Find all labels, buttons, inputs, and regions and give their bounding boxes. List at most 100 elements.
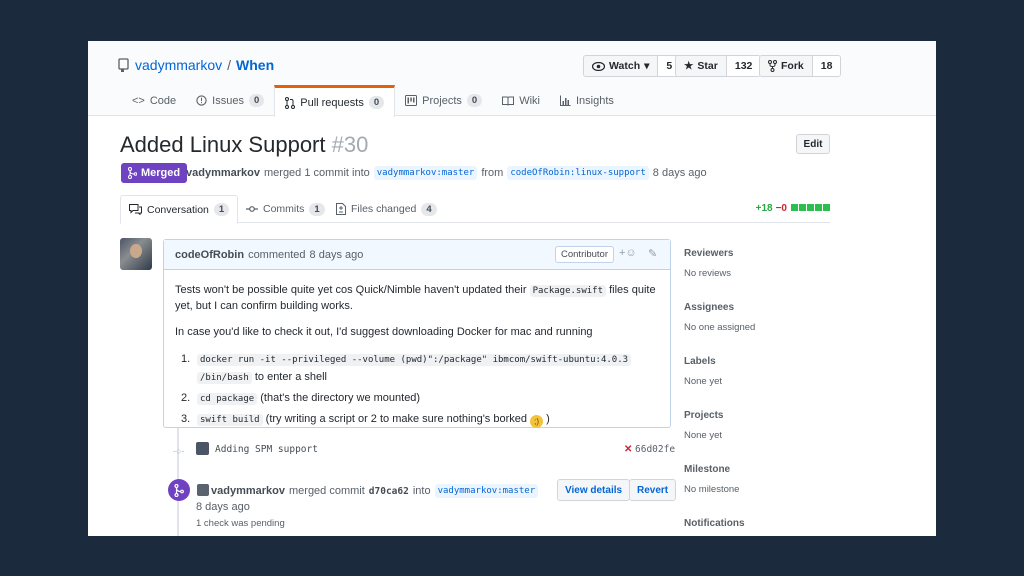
tab-issues[interactable]: Issues 0 xyxy=(186,85,274,116)
sidebar-value: No reviews xyxy=(684,268,731,279)
tab-label: Insights xyxy=(575,94,614,107)
issue-icon xyxy=(196,95,207,106)
wink-emoji-icon: ;) xyxy=(530,415,544,428)
avatar[interactable] xyxy=(197,484,209,496)
tab-label: Wiki xyxy=(519,94,540,107)
edit-comment-icon[interactable]: ✎ xyxy=(648,247,657,260)
repo-name-link[interactable]: When xyxy=(236,57,274,73)
fork-count[interactable]: 18 xyxy=(812,56,841,76)
edit-button[interactable]: Edit xyxy=(796,134,830,154)
sidebar-labels[interactable]: Labels None yet xyxy=(684,356,830,387)
repo-separator: / xyxy=(227,57,232,73)
merge-target-branch[interactable]: vadymmarkov:master xyxy=(434,484,539,498)
tab-code[interactable]: <> Code xyxy=(122,85,186,116)
sidebar-title: Reviewers xyxy=(684,248,734,259)
project-icon xyxy=(405,95,418,106)
tab-wiki[interactable]: Wiki xyxy=(492,85,550,116)
checks-status: 1 check was pending xyxy=(196,518,285,529)
add-reaction-icon[interactable]: +☺ xyxy=(619,247,637,259)
sidebar-milestone[interactable]: Milestone No milestone xyxy=(684,464,830,495)
list-text: (that's the directory we mounted) xyxy=(260,392,421,404)
comment-icon xyxy=(129,204,142,215)
star-count[interactable]: 132 xyxy=(726,56,761,76)
comment-author-link[interactable]: codeOfRobin xyxy=(175,249,244,261)
repo-header: vadymmarkov / When Watch ▾ 5 ★ Star 132 … xyxy=(88,41,936,117)
commit-node-icon: -○- xyxy=(173,446,185,456)
list-number: 3. xyxy=(181,413,191,425)
star-button[interactable]: ★ Star xyxy=(676,56,727,76)
revert-button[interactable]: Revert xyxy=(629,479,677,501)
fork-button-group: Fork 18 xyxy=(759,55,842,77)
tab-files-changed[interactable]: Files changed 4 xyxy=(328,195,445,223)
pr-merged-text: merged 1 commit into xyxy=(264,167,370,179)
merge-event-text: vadymmarkov merged commit d70ca62 into v… xyxy=(211,484,539,498)
star-label: Star xyxy=(697,60,718,72)
tab-commits[interactable]: Commits 1 xyxy=(238,195,333,223)
tab-label: Files changed xyxy=(351,203,417,215)
sidebar-title: Labels xyxy=(684,356,716,367)
star-button-group: ★ Star 132 xyxy=(675,55,762,77)
merge-event-icon xyxy=(168,479,190,501)
tab-label: Conversation xyxy=(147,203,209,216)
file-diff-icon xyxy=(336,203,346,215)
inline-code: swift build xyxy=(197,414,263,426)
watch-button-group: Watch ▾ 5 xyxy=(583,55,682,77)
sidebar-title: Milestone xyxy=(684,464,731,475)
merge-action: merged commit xyxy=(289,485,365,497)
fork-label: Fork xyxy=(781,60,804,72)
base-branch[interactable]: vadymmarkov:master xyxy=(373,166,478,180)
sidebar-projects[interactable]: Projects None yet xyxy=(684,410,830,441)
comment-paragraph: Tests won't be possible quite yet cos Qu… xyxy=(175,283,660,314)
star-icon: ★ xyxy=(684,60,694,72)
tab-label: Code xyxy=(149,94,177,107)
files-changed-counter: 4 xyxy=(421,202,437,216)
list-number: 2. xyxy=(181,392,191,404)
tab-label: Commits xyxy=(263,203,305,215)
sidebar-value: None yet xyxy=(684,430,723,441)
tab-label: Pull requests xyxy=(300,96,364,109)
pr-time[interactable]: 8 days ago xyxy=(653,167,707,179)
comment-action: commented xyxy=(248,248,306,261)
sidebar-value: None yet xyxy=(684,376,723,387)
list-text: (try writing a script or 2 to make sure … xyxy=(265,413,527,425)
sidebar-title: Notifications xyxy=(684,518,745,529)
pr-author-link[interactable]: vadymmarkov xyxy=(186,167,260,179)
view-details-button[interactable]: View details xyxy=(557,479,631,501)
commit-sha-link[interactable]: 66d02fe xyxy=(635,444,675,455)
sidebar-assignees[interactable]: Assignees No one assigned xyxy=(684,302,830,333)
pr-tabs: Conversation 1 Commits 1 Files changed 4… xyxy=(120,195,830,224)
merged-label: Merged xyxy=(141,167,181,179)
comment-time[interactable]: 8 days ago xyxy=(310,249,364,261)
inline-code: cd package xyxy=(197,393,258,405)
merge-time[interactable]: 8 days ago xyxy=(196,501,250,513)
chevron-down-icon: ▾ xyxy=(644,60,650,72)
commits-counter: 1 xyxy=(309,202,325,216)
failed-status-icon[interactable]: ✕ xyxy=(624,444,632,455)
sidebar-reviewers[interactable]: Reviewers No reviews xyxy=(684,248,830,279)
diffstat[interactable]: +18 −0 xyxy=(756,203,830,214)
avatar[interactable] xyxy=(196,442,209,455)
watch-button[interactable]: Watch ▾ xyxy=(584,56,659,76)
merge-into: into xyxy=(412,485,431,497)
sidebar-notifications[interactable]: Notifications xyxy=(684,518,830,529)
repo-owner-link[interactable]: vadymmarkov xyxy=(135,57,222,73)
tab-label: Projects xyxy=(422,94,462,107)
head-branch[interactable]: codeOfRobin:linux-support xyxy=(507,166,649,180)
tab-insights[interactable]: Insights xyxy=(550,85,624,116)
eye-icon xyxy=(592,61,605,71)
conversation-counter: 1 xyxy=(213,203,230,216)
comment-box: codeOfRobin commented 8 days ago Contrib… xyxy=(163,239,671,428)
fork-button[interactable]: Fork xyxy=(760,56,813,76)
avatar[interactable] xyxy=(120,238,152,270)
pr-title-text: Added Linux Support xyxy=(120,132,326,157)
diffstat-bars xyxy=(790,203,830,214)
pull-requests-counter: 0 xyxy=(368,96,385,109)
code-icon: <> xyxy=(132,94,145,107)
merge-author-link[interactable]: vadymmarkov xyxy=(211,485,285,497)
tab-projects[interactable]: Projects 0 xyxy=(395,85,492,116)
tab-conversation[interactable]: Conversation 1 xyxy=(120,195,239,224)
merge-commit-sha[interactable]: d70ca62 xyxy=(369,486,409,497)
tab-pull-requests[interactable]: Pull requests 0 xyxy=(274,85,396,117)
comment-body: Tests won't be possible quite yet cos Qu… xyxy=(175,283,660,432)
commit-message-link[interactable]: Adding SPM support xyxy=(215,444,318,455)
